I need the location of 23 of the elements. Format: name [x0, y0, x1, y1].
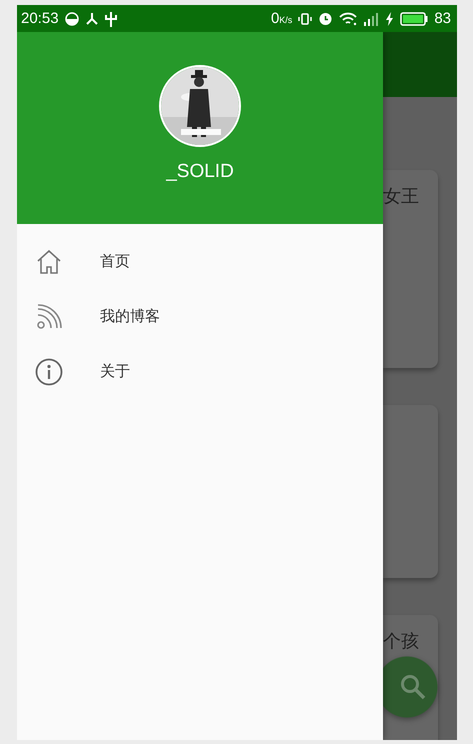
card-title: 女王: [383, 185, 419, 208]
home-icon: [35, 248, 63, 276]
info-icon: [35, 358, 63, 386]
battery-icon: [400, 12, 428, 26]
alarm-icon: [318, 11, 334, 26]
card-title: 个孩: [383, 630, 419, 653]
card[interactable]: [383, 405, 438, 578]
menu-item[interactable]: 我的博客: [17, 289, 383, 344]
search-button[interactable]: [383, 656, 438, 718]
signal-icon: [363, 12, 380, 26]
status-time: 20:53: [21, 10, 59, 27]
menu-item[interactable]: 关于: [17, 344, 383, 399]
rss-icon: [36, 304, 62, 330]
battery-percent: 83: [434, 10, 451, 27]
usb-icon: [104, 10, 117, 26]
menu-item[interactable]: 首页: [17, 234, 383, 289]
vibrate-icon: [298, 12, 312, 26]
wifi-icon: [339, 12, 358, 26]
charging-icon: [385, 12, 394, 26]
network-speed: 0K/s: [270, 10, 292, 27]
search-icon: [400, 674, 426, 700]
half-circle-icon: [64, 12, 79, 26]
user-name: _SOLID: [166, 161, 234, 183]
